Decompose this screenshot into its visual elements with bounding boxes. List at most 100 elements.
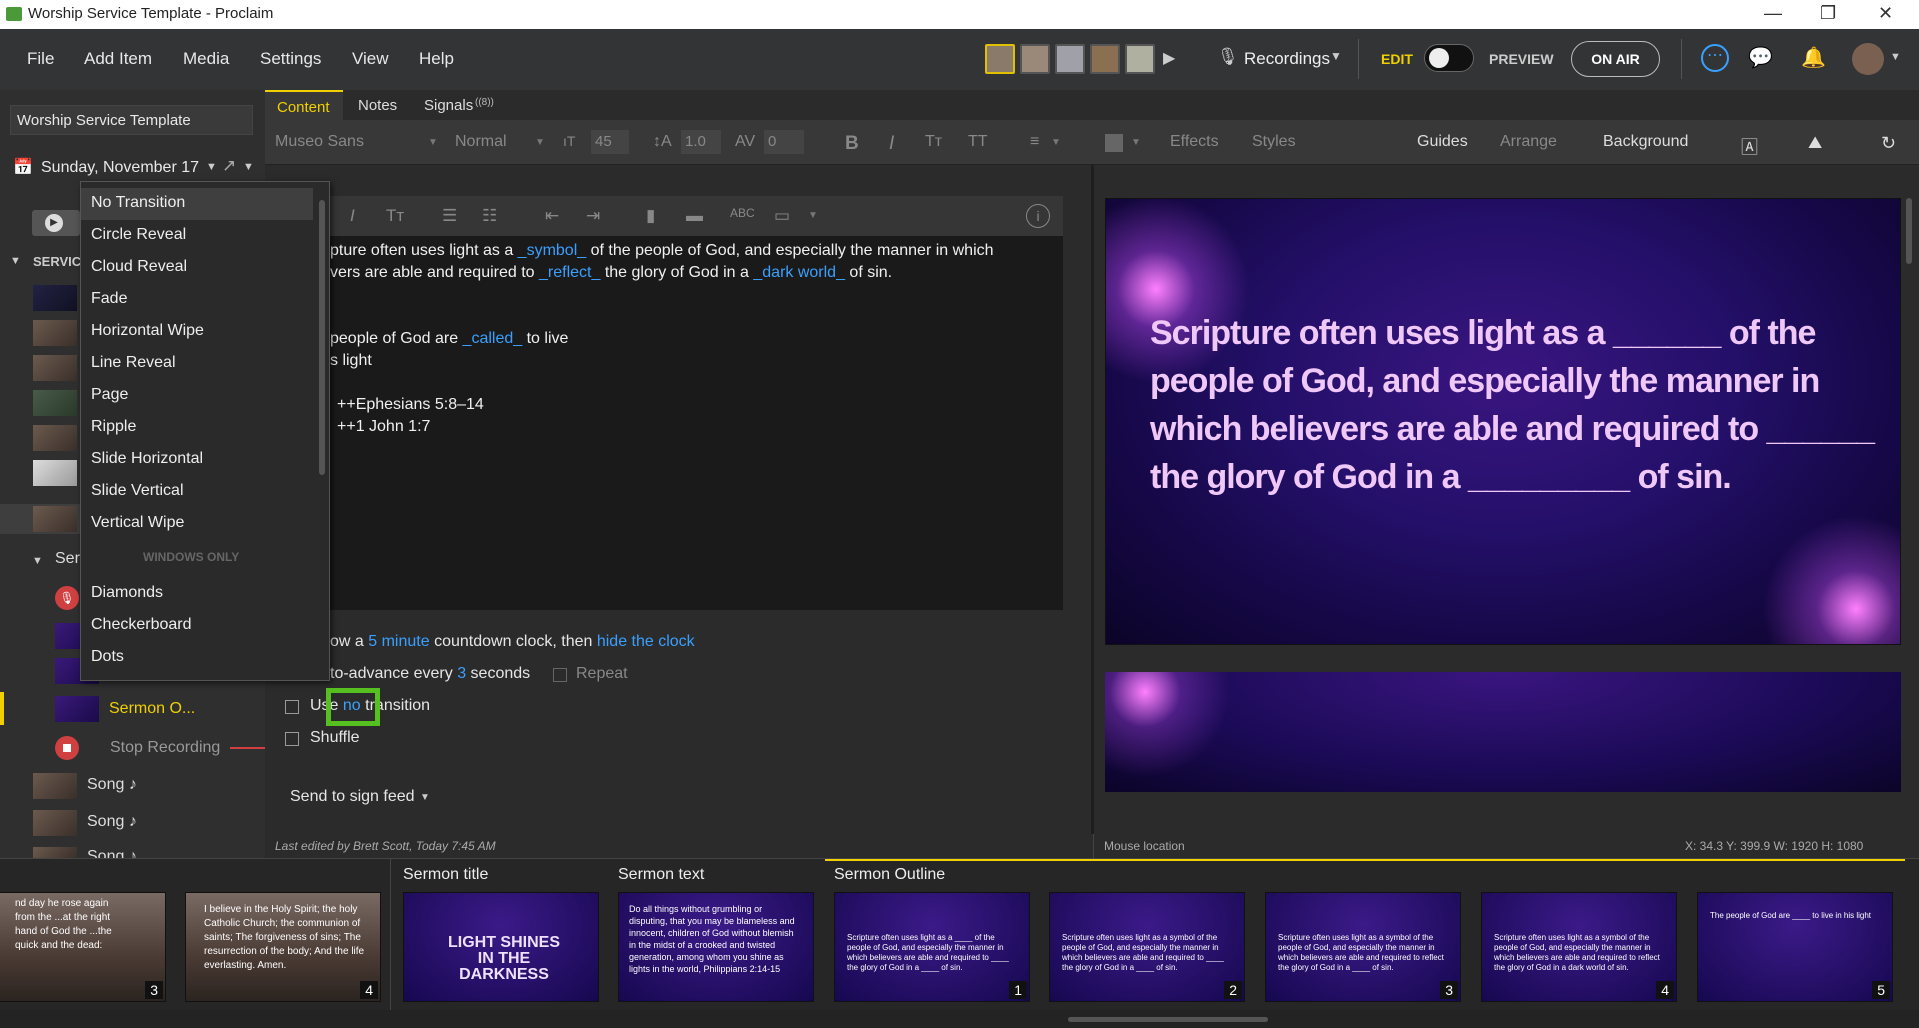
options-icon[interactable]: ▭ xyxy=(774,206,790,226)
pane-splitter[interactable] xyxy=(1091,165,1094,834)
menu-settings[interactable]: Settings xyxy=(260,49,321,69)
color-swatch[interactable] xyxy=(1105,134,1123,152)
share-icon[interactable]: ↗ xyxy=(222,156,236,176)
transition-option[interactable]: Ripple xyxy=(81,412,313,444)
chevron-down-icon[interactable]: ▼ xyxy=(243,161,254,173)
avatar[interactable] xyxy=(1125,44,1155,74)
tab-notes[interactable]: Notes xyxy=(358,97,397,114)
repeat-checkbox[interactable] xyxy=(553,668,567,682)
preview-scrollbar[interactable] xyxy=(1906,198,1912,264)
play-arrow-icon[interactable]: ▶ xyxy=(1163,48,1175,68)
bold-icon[interactable]: B xyxy=(845,133,859,155)
outdent-icon[interactable]: ⇤ xyxy=(545,206,559,226)
menu-help[interactable]: Help xyxy=(419,49,454,69)
on-air-button[interactable]: ON AIR xyxy=(1571,41,1660,77)
align-icon[interactable]: ≡ xyxy=(1030,133,1039,151)
styles-menu[interactable]: Styles xyxy=(1252,133,1296,151)
arrange-menu[interactable]: Arrange xyxy=(1500,133,1557,151)
menu-add-item[interactable]: Add Item xyxy=(84,49,152,69)
chevron-down-icon[interactable]: ▼ xyxy=(206,161,217,173)
transition-option[interactable]: Vertical Wipe xyxy=(81,508,313,540)
image-icon[interactable]: ⛰ xyxy=(1808,133,1822,153)
sign-feed-menu[interactable]: Send to sign feed xyxy=(290,788,415,806)
item-thumbnail[interactable] xyxy=(33,847,77,858)
slide-thumbnail[interactable]: I believe in the Holy Spirit; the holy C… xyxy=(185,892,381,1002)
indent-icon[interactable]: ⇥ xyxy=(586,206,600,226)
chevron-down-icon[interactable]: ▼ xyxy=(1890,51,1901,63)
stop-recording-icon[interactable] xyxy=(55,736,79,760)
transition-option[interactable]: Slide Vertical xyxy=(81,476,313,508)
sermon-group-label[interactable]: Ser xyxy=(55,550,80,568)
song-item[interactable]: Song ♪ xyxy=(87,776,137,794)
transition-option[interactable]: Circle Reveal xyxy=(81,220,313,252)
recordings-button[interactable]: Recordings xyxy=(1244,49,1330,69)
menu-view[interactable]: View xyxy=(352,49,389,69)
template-name-field[interactable]: Worship Service Template xyxy=(10,105,253,135)
item-thumbnail[interactable] xyxy=(33,460,77,486)
italic-icon[interactable]: I xyxy=(350,206,355,226)
small-caps-icon[interactable]: Tт xyxy=(925,133,942,151)
item-thumbnail[interactable] xyxy=(33,285,77,311)
background-menu[interactable]: Background xyxy=(1603,133,1688,151)
slide-thumbnail[interactable]: The people of God are ____ to live in hi… xyxy=(1697,892,1893,1002)
all-caps-icon[interactable]: TT xyxy=(968,133,988,151)
font-weight-select[interactable]: Normal xyxy=(455,133,507,151)
item-thumbnail[interactable] xyxy=(55,696,99,722)
guides-menu[interactable]: Guides xyxy=(1417,133,1468,151)
avatar[interactable] xyxy=(1055,44,1085,74)
line-height-input[interactable]: 1.0 xyxy=(681,130,721,154)
insert-slide-icon[interactable]: ▮ xyxy=(646,206,655,226)
item-thumbnail[interactable] xyxy=(33,810,77,836)
minimize-button[interactable]: — xyxy=(1764,3,1782,24)
chat-icon[interactable]: 💬 xyxy=(1748,45,1773,70)
transition-option[interactable]: Page xyxy=(81,380,313,412)
bullet-list-icon[interactable]: ☰ xyxy=(442,206,457,226)
item-thumbnail[interactable] xyxy=(33,320,77,346)
collapse-icon[interactable]: ▼ xyxy=(10,255,21,267)
item-thumbnail[interactable] xyxy=(33,773,77,799)
info-icon[interactable]: i xyxy=(1026,204,1050,228)
slide-thumbnail[interactable]: Scripture often uses light as a symbol o… xyxy=(1481,892,1677,1002)
slide-thumbnail[interactable]: Scripture often uses light as a symbol o… xyxy=(1049,892,1245,1002)
tab-content[interactable]: Content xyxy=(265,90,343,120)
transition-option[interactable]: Cloud Reveal xyxy=(81,252,313,284)
avatar[interactable] xyxy=(985,44,1015,74)
song-item[interactable]: Song ♪ xyxy=(87,813,137,831)
play-service-button[interactable]: ▶ xyxy=(32,210,80,236)
sermon-outline-item[interactable]: Sermon O... xyxy=(109,700,195,718)
collapse-icon[interactable]: ▼ xyxy=(32,555,43,567)
dropdown-scrollbar[interactable] xyxy=(319,200,325,475)
close-button[interactable]: ✕ xyxy=(1878,3,1893,24)
avatar[interactable] xyxy=(1020,44,1050,74)
microphone-icon[interactable]: 🎙 xyxy=(55,586,79,610)
italic-icon[interactable]: I xyxy=(889,133,894,155)
user-avatar[interactable] xyxy=(1852,43,1884,75)
transition-option[interactable]: Horizontal Wipe xyxy=(81,316,313,348)
slide-thumbnail[interactable]: Scripture often uses light as a ____ of … xyxy=(834,892,1030,1002)
scrollbar-thumb[interactable] xyxy=(1068,1017,1268,1022)
group-label[interactable]: Sermon text xyxy=(618,866,704,884)
menu-media[interactable]: Media xyxy=(183,49,229,69)
effects-menu[interactable]: Effects xyxy=(1170,133,1219,151)
item-thumbnail[interactable] xyxy=(33,425,77,451)
reset-icon[interactable]: ↻ xyxy=(1881,133,1896,154)
transition-option[interactable]: Checkerboard xyxy=(81,610,313,642)
transition-option[interactable]: Slide Horizontal xyxy=(81,444,313,476)
slide-preview[interactable]: Scripture often uses light as a ______ o… xyxy=(1105,198,1901,645)
letter-spacing-input[interactable]: 0 xyxy=(764,130,804,154)
use-transition-checkbox[interactable] xyxy=(285,700,299,714)
bell-icon[interactable]: 🔔 xyxy=(1801,45,1826,70)
slide-thumbnail[interactable]: LIGHT SHINES IN THE DARKNESS xyxy=(403,892,599,1002)
restore-button[interactable]: ❐ xyxy=(1820,3,1836,24)
transition-option[interactable]: Diamonds xyxy=(81,578,313,610)
transition-option[interactable]: Dots xyxy=(81,642,313,674)
edit-preview-toggle[interactable] xyxy=(1424,44,1474,72)
spellcheck-icon[interactable]: ABC xyxy=(730,206,755,220)
group-label[interactable]: Sermon title xyxy=(403,866,488,884)
text-box-icon[interactable]: 🄰 xyxy=(1741,133,1758,158)
transition-option[interactable]: No Transition xyxy=(81,188,313,220)
shuffle-checkbox[interactable] xyxy=(285,732,299,746)
transition-option[interactable]: Fade xyxy=(81,284,313,316)
item-thumbnail[interactable] xyxy=(33,390,77,416)
font-size-input[interactable]: 45 xyxy=(591,130,629,154)
